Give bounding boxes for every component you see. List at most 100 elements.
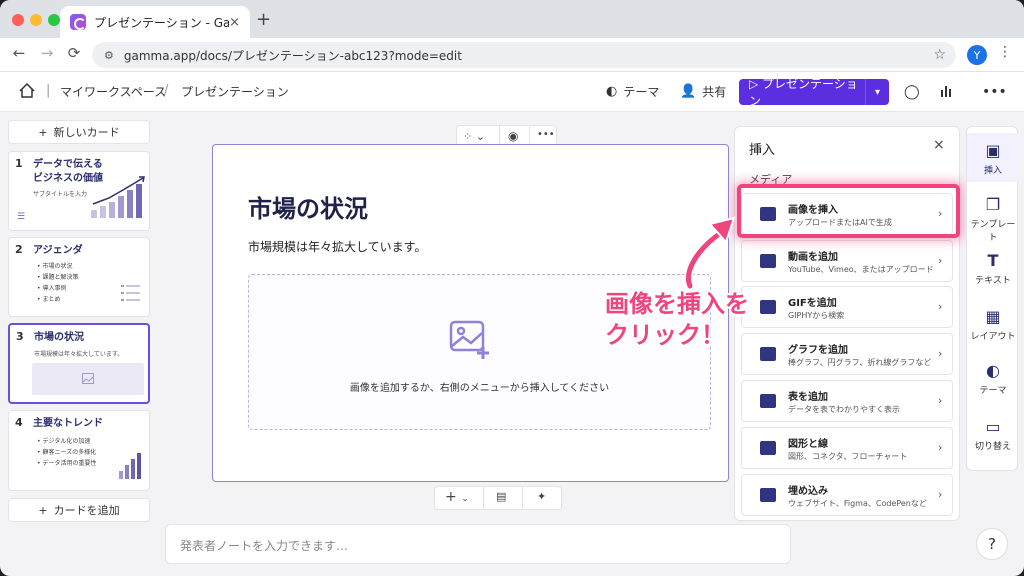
gif-icon xyxy=(760,300,776,314)
highlight-frame xyxy=(737,184,960,238)
card-style-icon[interactable]: ⁘ ⌄ xyxy=(463,130,485,143)
image-icon xyxy=(82,373,94,384)
transition-icon: ▭ xyxy=(985,417,1001,436)
chevron-right-icon: › xyxy=(938,300,943,313)
add-gif-item[interactable]: GIFを追加 GIPHYから検索 › xyxy=(741,286,953,328)
card-bullet: • まとめ xyxy=(37,296,61,303)
analytics-icon[interactable] xyxy=(940,84,954,98)
card-bullet: • 顧客ニーズの多様化 xyxy=(37,449,97,456)
card-thumbnail-3-selected[interactable]: 3 市場の状況 市場規模は年々拡大しています。 xyxy=(8,323,150,404)
present-button[interactable]: ▷ プレゼンテーション ▾ xyxy=(739,77,889,108)
new-tab-button[interactable]: + xyxy=(256,9,271,30)
gamma-logo-icon xyxy=(70,14,86,30)
maximize-window-button[interactable] xyxy=(48,14,60,26)
card-thumbnail-2[interactable]: 2 アジェンダ • 市場の状況 • 課題と解決策 • 導入事例 • まとめ xyxy=(8,237,150,317)
card-number: 2 xyxy=(15,243,23,256)
right-tool-rail: ▣ 挿入 ❐ テンプレート T テキスト ▦ レイアウト ◐ テーマ ▭ 切り替え xyxy=(966,126,1019,471)
shape-icon xyxy=(760,441,776,455)
add-table-item[interactable]: 表を追加 データを表でわかりやすく表示 › xyxy=(741,380,953,422)
card-layout-icon[interactable]: ▤ xyxy=(496,490,506,503)
tab-title: プレゼンテーション - Gamma xyxy=(94,15,230,30)
minimize-window-button[interactable] xyxy=(30,14,42,26)
card-bullet: • 導入事例 xyxy=(37,285,67,292)
card-body-text[interactable]: 市場規模は年々拡大しています。 xyxy=(248,238,426,255)
divider xyxy=(522,487,523,509)
record-icon[interactable]: ◉ xyxy=(508,129,518,143)
breadcrumb-divider: | xyxy=(46,83,51,98)
close-window-button[interactable] xyxy=(12,14,24,26)
bottom-card-toolbar: + ⌄ ▤ ✦ xyxy=(434,486,562,510)
embed-icon xyxy=(760,488,776,502)
rail-text-button[interactable]: T テキスト xyxy=(967,251,1019,286)
present-label: プレゼンテーション xyxy=(749,77,858,108)
rail-layout-button[interactable]: ▦ レイアウト xyxy=(967,307,1019,342)
back-button[interactable]: ← xyxy=(8,44,30,62)
add-image-icon xyxy=(449,320,489,359)
card-more-icon[interactable]: ••• xyxy=(537,129,555,140)
card-title: 市場の状況 xyxy=(34,332,84,343)
bookmark-star-icon[interactable]: ☆ xyxy=(933,47,946,63)
card-number: 4 xyxy=(15,416,23,429)
palette-icon: ◐ xyxy=(606,84,618,99)
text-icon: T xyxy=(987,251,999,270)
rail-template-button[interactable]: ❐ テンプレート xyxy=(967,195,1019,243)
card-heading[interactable]: 市場の状況 xyxy=(248,189,368,224)
card-bullet: • 課題と解決策 xyxy=(37,274,79,281)
comment-icon[interactable]: ◯ xyxy=(904,84,920,100)
card-subtitle: サブタイトルを入力 xyxy=(33,191,88,198)
list-lines-icon xyxy=(121,285,140,301)
chevron-right-icon: › xyxy=(938,394,943,407)
rail-transition-button[interactable]: ▭ 切り替え xyxy=(967,417,1019,452)
divider xyxy=(483,487,484,509)
more-options-icon[interactable]: ••• xyxy=(982,84,1007,100)
embed-item[interactable]: 埋め込み ウェブサイト、Figma、CodePenなど › xyxy=(741,474,953,516)
present-dropdown-chevron-icon[interactable]: ▾ xyxy=(865,79,889,105)
browser-tab[interactable]: プレゼンテーション - Gamma × xyxy=(60,6,250,38)
card-thumbnail-4[interactable]: 4 主要なトレンド • デジタル化の加速 • 顧客ニーズの多様化 • データ活用… xyxy=(8,410,150,491)
video-icon xyxy=(760,254,776,268)
tab-strip: プレゼンテーション - Gamma × + xyxy=(0,0,1024,38)
new-card-button[interactable]: + 新しいカード xyxy=(8,120,150,144)
rail-theme-button[interactable]: ◐ テーマ xyxy=(967,361,1019,396)
card-bullet: • デジタル化の加速 xyxy=(37,438,91,445)
address-bar-row: ← → ⟳ ⚙ gamma.app/docs/プレゼンテーション-abc123?… xyxy=(0,38,1024,72)
insert-icon: ▣ xyxy=(985,141,1001,160)
url-bar[interactable]: ⚙ gamma.app/docs/プレゼンテーション-abc123?mode=e… xyxy=(92,42,956,68)
add-chart-item[interactable]: グラフを追加 棒グラフ、円グラフ、折れ線グラフなど › xyxy=(741,333,953,375)
annotation-callout: 画像を挿入を クリック！ xyxy=(605,290,749,349)
rising-chart-icon xyxy=(91,176,145,218)
add-card-button[interactable]: + カードを追加 xyxy=(8,498,150,522)
ai-sparkle-icon[interactable]: ✦ xyxy=(537,490,546,503)
forward-button[interactable]: → xyxy=(36,44,58,62)
shapes-lines-item[interactable]: 図形と線 図形、コネクタ、フローチャート › xyxy=(741,427,953,469)
card-subtitle: 市場規模は年々拡大しています。 xyxy=(34,351,124,358)
site-settings-icon[interactable]: ⚙ xyxy=(104,49,114,62)
rail-insert-button[interactable]: ▣ 挿入 xyxy=(967,133,1019,182)
add-block-icon[interactable]: + ⌄ xyxy=(445,489,469,505)
chart-icon xyxy=(760,347,776,361)
chevron-right-icon: › xyxy=(938,488,943,501)
profile-avatar[interactable]: Y xyxy=(967,45,987,65)
close-icon[interactable]: × xyxy=(933,137,945,153)
breadcrumb-separator: / xyxy=(164,83,169,98)
breadcrumb-document[interactable]: プレゼンテーション xyxy=(181,83,289,100)
add-video-item[interactable]: 動画を追加 YouTube、Vimeo、またはアップロード › xyxy=(741,240,953,282)
layout-icon: ▦ xyxy=(985,307,1001,326)
speaker-notes-input[interactable]: 発表者ノートを入力できます… xyxy=(165,524,791,564)
palette-icon: ◐ xyxy=(986,361,1000,380)
chevron-right-icon: › xyxy=(938,347,943,360)
panel-title: 挿入 xyxy=(749,143,776,158)
table-icon xyxy=(760,394,776,408)
help-button[interactable]: ? xyxy=(976,528,1008,560)
home-icon[interactable] xyxy=(18,82,36,100)
chevron-right-icon: › xyxy=(938,441,943,454)
url-text[interactable]: gamma.app/docs/プレゼンテーション-abc123?mode=edi… xyxy=(124,47,934,64)
theme-button[interactable]: ◐ テーマ xyxy=(606,83,659,100)
browser-menu-icon[interactable]: ⋮ xyxy=(998,44,1012,60)
share-button[interactable]: 👤 共有 xyxy=(680,83,726,100)
tab-close-icon[interactable]: × xyxy=(229,15,240,30)
breadcrumb-workspace[interactable]: マイワークスペース xyxy=(60,83,166,100)
card-thumbnail-1[interactable]: 1 データで伝える ビジネスの価値 サブタイトルを入力 ☰ xyxy=(8,151,150,231)
play-icon: ▷ xyxy=(749,77,763,91)
reload-button[interactable]: ⟳ xyxy=(63,44,85,62)
